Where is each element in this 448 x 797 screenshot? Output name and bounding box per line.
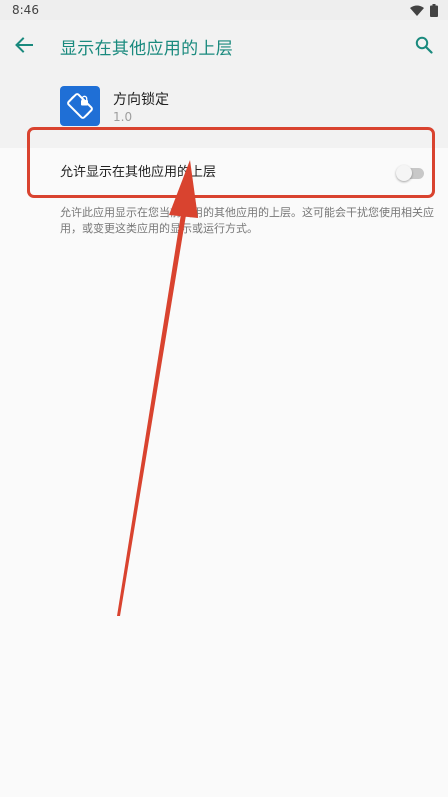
status-bar: 8:46 — [0, 0, 448, 20]
page-title: 显示在其他应用的上层 — [60, 39, 233, 59]
arrow-left-icon — [15, 37, 33, 53]
search-button[interactable] — [408, 29, 440, 61]
rotation-lock-icon — [67, 93, 93, 119]
app-name: 方向锁定 — [113, 92, 169, 108]
app-version: 1.0 — [113, 110, 133, 124]
allow-overlay-setting-row[interactable]: 允许显示在其他应用的上层 — [0, 148, 448, 198]
battery-icon — [430, 4, 438, 17]
search-icon — [415, 36, 433, 54]
status-time: 8:46 — [12, 3, 39, 17]
allow-overlay-label: 允许显示在其他应用的上层 — [60, 165, 217, 180]
setting-description: 允许此应用显示在您当前使用的其他应用的上层。这可能会干扰您使用相关应用，或变更这… — [60, 206, 434, 235]
app-header: 方向锁定 1.0 — [0, 70, 448, 148]
allow-overlay-switch[interactable] — [396, 163, 424, 183]
app-icon — [60, 86, 100, 126]
status-icons — [410, 4, 438, 17]
back-button[interactable] — [8, 29, 40, 61]
wifi-icon — [410, 5, 424, 16]
switch-thumb — [396, 165, 412, 181]
app-bar: 显示在其他应用的上层 — [0, 20, 448, 70]
